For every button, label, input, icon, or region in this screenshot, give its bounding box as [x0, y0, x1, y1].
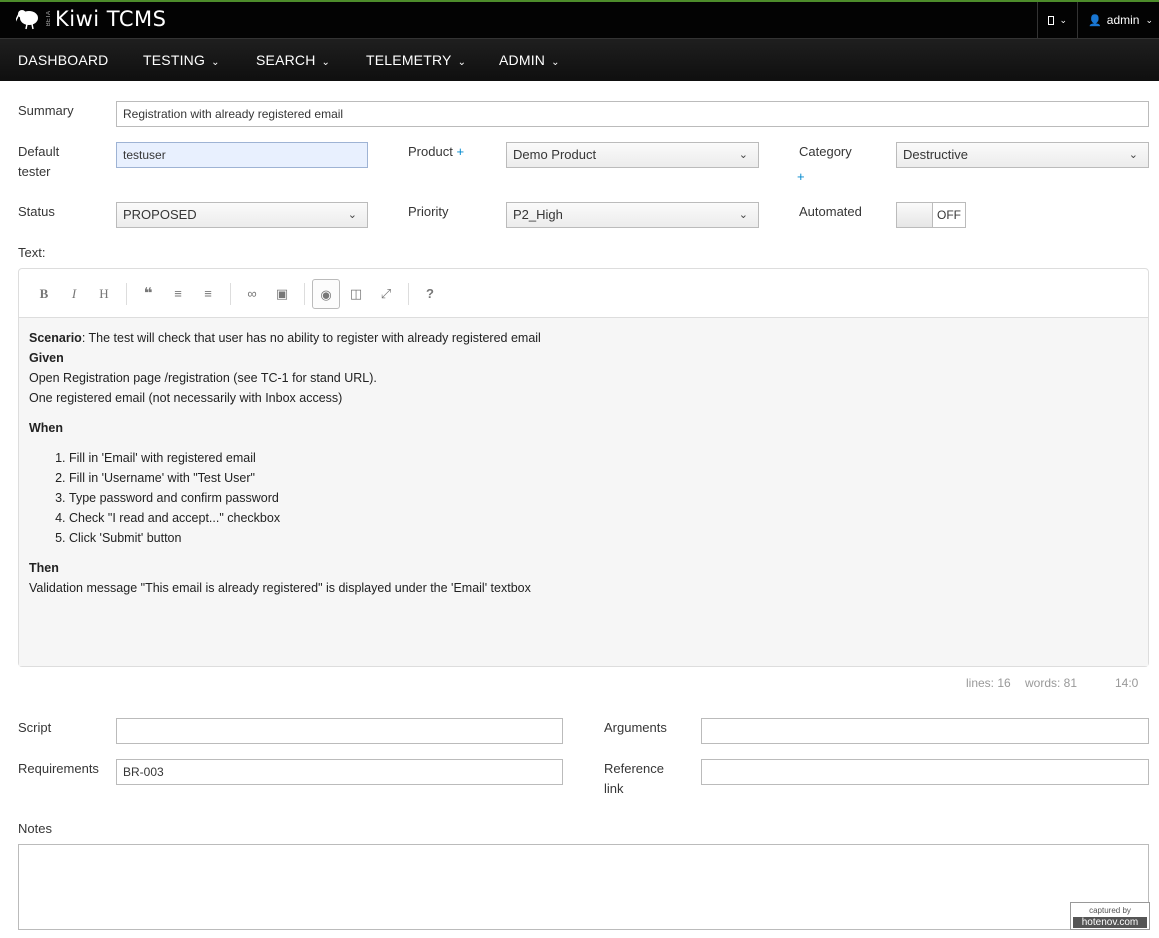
heading-icon[interactable]: H [90, 279, 118, 309]
preview-eye-icon[interactable]: ◉ [312, 279, 340, 309]
category-select[interactable]: Destructive ⌄ [896, 142, 1149, 168]
list-item: Check "I read and accept..." checkbox [69, 508, 1138, 528]
chevron-down-icon: ⌄ [738, 149, 748, 161]
chevron-down-icon: ⌄ [738, 209, 748, 221]
link-icon[interactable]: ∞ [238, 279, 266, 309]
reference-link-input[interactable] [701, 759, 1149, 785]
user-icon: 👤 [1088, 14, 1102, 27]
help-icon [1047, 15, 1054, 25]
editor-toolbar: B I H ❝ ≡ ≡ ∞ ▣ ◉ ◫ ⤢ ? [19, 269, 1148, 318]
nav-admin[interactable]: ADMIN ⌄ [499, 39, 560, 82]
brand-name: Kiwi TCMS [55, 7, 167, 31]
markdown-editor: B I H ❝ ≡ ≡ ∞ ▣ ◉ ◫ ⤢ ? Scenario: The te… [18, 268, 1149, 667]
priority-label: Priority [408, 204, 449, 219]
requirements-input[interactable]: BR-003 [116, 759, 563, 785]
guide-icon[interactable]: ? [416, 279, 444, 309]
category-label: Category [799, 144, 852, 159]
when-steps: Fill in 'Email' with registered email Fi… [69, 448, 1138, 548]
list-item: Fill in 'Username' with "Test User" [69, 468, 1138, 488]
script-input[interactable] [116, 718, 563, 744]
product-label: Product + [408, 144, 465, 159]
chevron-down-icon: ⌄ [1128, 149, 1138, 161]
chevron-down-icon: ⌄ [321, 57, 331, 68]
summary-input[interactable]: Registration with already registered ema… [116, 101, 1149, 127]
chevron-down-icon: ⌄ [347, 209, 357, 221]
given-line: Open Registration page /registration (se… [29, 371, 377, 385]
ordered-list-icon[interactable]: ≡ [194, 279, 222, 309]
add-category-icon[interactable]: + [797, 167, 805, 187]
italic-icon[interactable]: I [60, 279, 88, 309]
script-label: Script [18, 720, 52, 735]
toggle-knob[interactable] [897, 203, 933, 227]
text-label: Text: [18, 245, 46, 260]
editor-cursor-position: 14:0 [1115, 676, 1139, 690]
default-tester-label: Default tester [18, 144, 60, 179]
user-menu[interactable]: 👤 admin ⌄ [1077, 2, 1159, 38]
toggle-state: OFF [937, 208, 961, 222]
chevron-down-icon: ⌄ [457, 57, 467, 68]
when-heading: When [29, 421, 64, 435]
brand-logo[interactable]: BETA Kiwi TCMS [16, 7, 167, 31]
editor-preview[interactable]: Scenario: The test will check that user … [19, 318, 1148, 666]
summary-label: Summary [18, 103, 74, 118]
status-label: Status [18, 204, 55, 219]
then-heading: Then [29, 561, 59, 575]
main-nav: DASHBOARD TESTING ⌄ SEARCH ⌄ TELEMETRY ⌄ AD… [0, 38, 1159, 81]
chevron-down-icon: ⌄ [1145, 14, 1153, 25]
top-header: BETA Kiwi TCMS ⌄ 👤 admin ⌄ [0, 0, 1159, 38]
list-item: Fill in 'Email' with registered email [69, 448, 1138, 468]
chevron-down-icon: ⌄ [551, 57, 560, 68]
nav-search[interactable]: SEARCH ⌄ [256, 39, 330, 82]
nav-dashboard[interactable]: DASHBOARD [18, 39, 108, 82]
given-heading: Given [29, 351, 64, 365]
image-icon[interactable]: ▣ [268, 279, 296, 309]
notes-label: Notes [18, 821, 52, 836]
kiwi-bird-icon [16, 10, 38, 30]
add-product-icon[interactable]: + [456, 144, 464, 159]
list-item: Type password and confirm password [69, 488, 1138, 508]
brand-prefix: BETA [46, 11, 52, 27]
arguments-input[interactable] [701, 718, 1149, 744]
nav-testing[interactable]: TESTING ⌄ [143, 39, 220, 82]
quote-icon[interactable]: ❝ [134, 279, 162, 309]
chevron-down-icon: ⌄ [211, 57, 220, 68]
fullscreen-icon[interactable]: ⤢ [372, 279, 400, 309]
chevron-down-icon: ⌄ [1059, 14, 1068, 25]
unordered-list-icon[interactable]: ≡ [164, 279, 192, 309]
editor-lines-count: lines: 16 [966, 676, 1011, 690]
default-tester-input[interactable]: testuser [116, 142, 368, 168]
automated-label: Automated [799, 204, 862, 219]
nav-telemetry[interactable]: TELEMETRY ⌄ [366, 39, 466, 82]
help-menu[interactable]: ⌄ [1036, 2, 1078, 38]
user-name: admin [1106, 13, 1140, 27]
status-select[interactable]: PROPOSED ⌄ [116, 202, 368, 228]
bold-icon[interactable]: B [30, 279, 58, 309]
list-item: Click 'Submit' button [69, 528, 1138, 548]
priority-select[interactable]: P2_High ⌄ [506, 202, 759, 228]
product-select[interactable]: Demo Product ⌄ [506, 142, 759, 168]
then-line: Validation message "This email is alread… [29, 581, 531, 595]
arguments-label: Arguments [604, 720, 667, 735]
watermark-badge: captured by hotenov.com [1070, 902, 1150, 930]
given-line: One registered email (not necessarily wi… [29, 391, 343, 405]
scenario-line: Scenario: The test will check that user … [29, 331, 541, 345]
editor-words-count: words: 81 [1025, 676, 1078, 690]
reference-link-label: Reference link [604, 761, 664, 796]
automated-toggle[interactable]: OFF [896, 202, 966, 228]
side-by-side-icon[interactable]: ◫ [342, 279, 370, 309]
notes-textarea[interactable] [18, 844, 1149, 930]
requirements-label: Requirements [18, 761, 99, 776]
